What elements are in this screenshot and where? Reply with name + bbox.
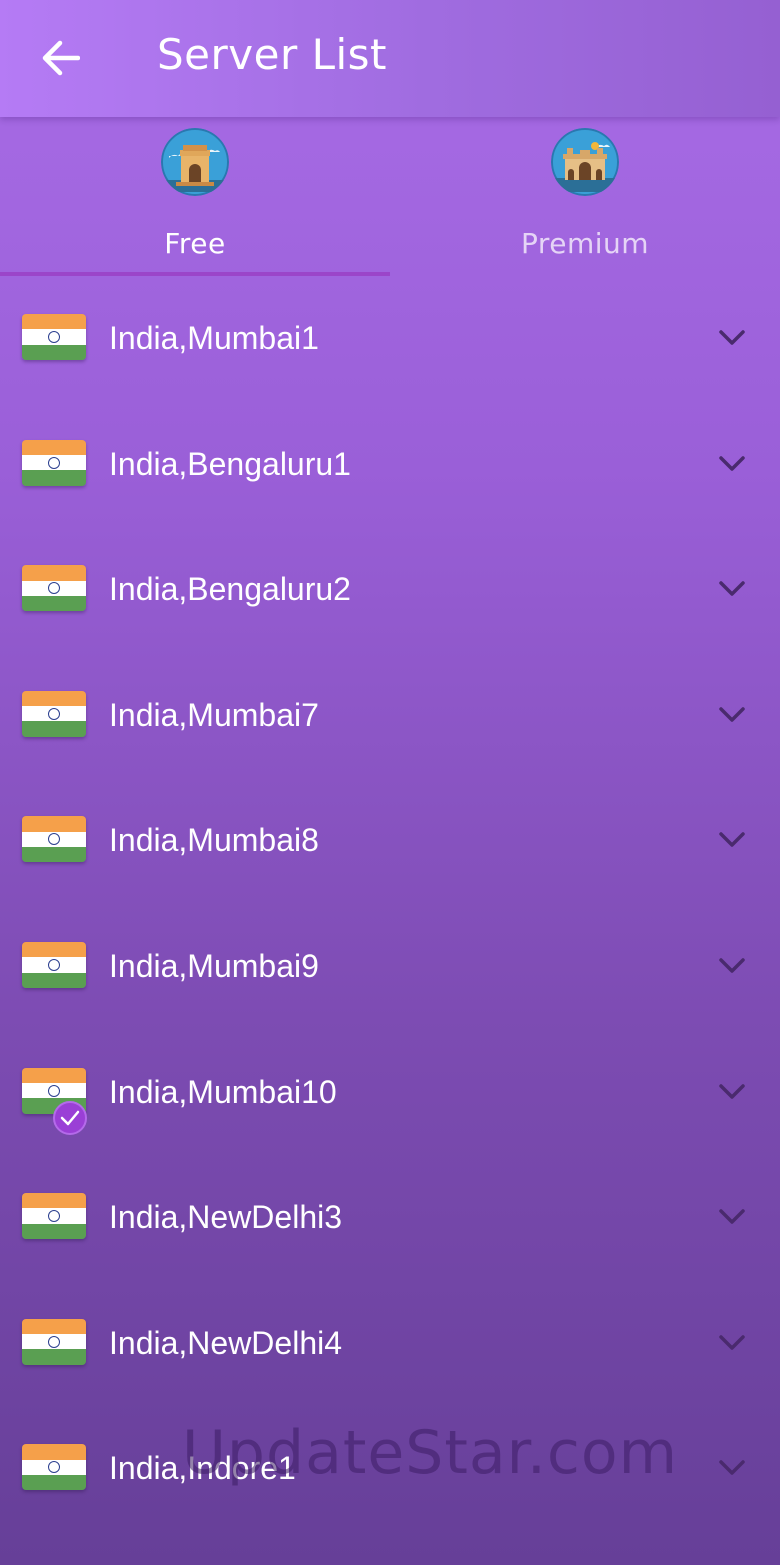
server-row-india-mumbai8[interactable]: India,Mumbai8: [0, 779, 780, 905]
chevron-down-icon[interactable]: [716, 327, 748, 349]
server-name: India,Bengaluru1: [109, 445, 351, 482]
server-row-india-newdelhi3[interactable]: India,NewDelhi3: [0, 1156, 780, 1282]
server-row-india-mumbai7[interactable]: India,Mumbai7: [0, 654, 780, 780]
india-flag-icon: [22, 1318, 86, 1365]
server-name: India,Bengaluru2: [109, 571, 351, 608]
arrow-left-icon: [42, 40, 80, 76]
chevron-down-icon[interactable]: [716, 453, 748, 475]
india-flag-icon: [22, 314, 86, 360]
tab-free-label: Free: [164, 227, 226, 260]
selected-tab-indicator: [0, 272, 390, 276]
india-flag-icon: [22, 941, 86, 988]
tab-bar: Free Premium: [0, 117, 780, 277]
tab-free[interactable]: Free: [0, 117, 390, 277]
server-row-india-mumbai1[interactable]: India,Mumbai1: [0, 277, 780, 403]
server-name: India,Mumbai7: [109, 696, 319, 733]
india-flag-icon: [22, 1193, 86, 1240]
gateway-of-india-icon: [551, 128, 619, 196]
app-bar: Server List: [0, 0, 780, 117]
india-flag-icon: [22, 439, 86, 486]
tab-premium[interactable]: Premium: [390, 117, 780, 277]
back-button[interactable]: [34, 32, 86, 84]
server-name: India,Mumbai1: [109, 320, 319, 356]
server-row-india-newdelhi4[interactable]: India,NewDelhi4: [0, 1282, 780, 1408]
server-row-india-mumbai10[interactable]: India,Mumbai10: [0, 1031, 780, 1157]
server-name: India,Mumbai9: [109, 947, 319, 984]
india-flag-icon: [22, 816, 86, 863]
server-name: India,NewDelhi4: [109, 1324, 343, 1361]
server-list: India,Mumbai1 India,Bengaluru1 India,Ben…: [0, 277, 780, 1533]
server-name: India,Mumbai8: [109, 822, 319, 859]
server-name: India,Mumbai10: [109, 1073, 337, 1110]
chevron-down-icon[interactable]: [716, 578, 748, 600]
chevron-down-icon[interactable]: [716, 1206, 748, 1228]
chevron-down-icon[interactable]: [716, 1457, 748, 1479]
selected-check-icon: [53, 1100, 87, 1135]
server-name: India,Indore1: [109, 1450, 296, 1487]
server-row-india-bengaluru1[interactable]: India,Bengaluru1: [0, 403, 780, 529]
page-title: Server List: [157, 30, 387, 79]
india-gate-icon: [161, 128, 229, 196]
chevron-down-icon[interactable]: [716, 1081, 748, 1103]
india-flag-icon: [22, 1444, 86, 1491]
server-row-india-bengaluru2[interactable]: India,Bengaluru2: [0, 528, 780, 654]
india-flag-icon: [22, 565, 86, 612]
server-row-india-indore1[interactable]: India,Indore1: [0, 1407, 780, 1533]
chevron-down-icon[interactable]: [716, 829, 748, 851]
chevron-down-icon[interactable]: [716, 1332, 748, 1354]
chevron-down-icon[interactable]: [716, 704, 748, 726]
chevron-down-icon[interactable]: [716, 955, 748, 977]
server-name: India,NewDelhi3: [109, 1199, 343, 1236]
india-flag-icon: [22, 690, 86, 737]
tab-premium-label: Premium: [520, 227, 650, 260]
server-row-india-mumbai9[interactable]: India,Mumbai9: [0, 905, 780, 1031]
